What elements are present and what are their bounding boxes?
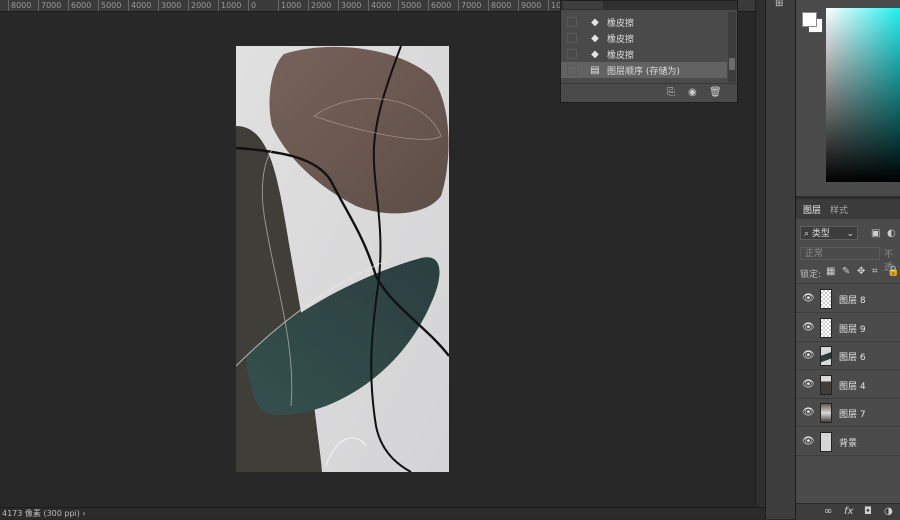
layers-panel-tabs: 图层 样式	[796, 199, 900, 219]
layer-thumbnail[interactable]	[820, 403, 832, 423]
color-picker-field[interactable]	[826, 8, 900, 182]
layer-thumbnail[interactable]	[820, 346, 832, 366]
layer-name[interactable]: 图层 4	[839, 379, 866, 392]
history-state-label: 橡皮擦	[607, 34, 635, 45]
visibility-eye-icon[interactable]: 👁	[802, 379, 815, 390]
ruler-tick: 1000	[278, 0, 301, 11]
history-state-row[interactable]: ◆ 橡皮擦	[561, 46, 727, 62]
lock-artboard-icon[interactable]: ⌗	[872, 266, 878, 277]
history-state-label: 图层顺序 (存储为)	[607, 66, 680, 77]
tab-styles[interactable]: 样式	[830, 203, 848, 216]
layer-name[interactable]: 图层 8	[839, 293, 866, 306]
layer-name[interactable]: 背景	[839, 436, 857, 449]
foreground-background-swatches[interactable]	[802, 12, 823, 33]
blend-mode-select[interactable]: 正常	[800, 247, 880, 260]
ruler-tick: 3000	[158, 0, 181, 11]
ruler-tick: 2000	[308, 0, 331, 11]
ruler-tick: 4000	[368, 0, 391, 11]
layer-row[interactable]: 👁 背景	[796, 428, 900, 456]
chevron-down-icon: ⌄	[846, 229, 854, 239]
ruler-tick: 4000	[128, 0, 151, 11]
ruler-tick: 2000	[188, 0, 211, 11]
adjustment-layer-icon[interactable]: ◑	[884, 506, 893, 517]
history-state-row[interactable]: ◆ 橡皮擦	[561, 14, 727, 30]
visibility-eye-icon[interactable]: 👁	[802, 293, 815, 304]
document-size-text: 4173 像素 (300 ppi)	[2, 509, 80, 518]
panel-icon-strip: ⊞	[765, 0, 796, 519]
search-icon: ⌕	[804, 229, 810, 239]
lock-transparency-icon[interactable]: ▦	[826, 266, 835, 277]
pixel-filter-icon[interactable]: ▣	[871, 228, 880, 239]
ruler-tick: 3000	[338, 0, 361, 11]
layer-thumbnail[interactable]	[820, 374, 832, 395]
history-scrollbar[interactable]	[728, 12, 736, 82]
eraser-icon: ◆	[591, 16, 599, 28]
visibility-eye-icon[interactable]: 👁	[802, 322, 815, 333]
ruler-tick: 6000	[68, 0, 91, 11]
history-snapshot-source-box[interactable]	[567, 17, 577, 27]
snapshot-icon[interactable]: ◉	[688, 87, 697, 98]
panel-toggle-icon[interactable]: ⊞	[775, 0, 783, 9]
layer-kind-filter[interactable]: ⌕ 类型 ⌄	[800, 226, 858, 240]
add-mask-icon[interactable]: ◘	[864, 506, 872, 517]
history-state-label: 橡皮擦	[607, 50, 635, 61]
history-snapshot-source-box[interactable]	[567, 49, 577, 59]
status-bar: 4173 像素 (300 ppi) ›	[0, 507, 765, 519]
layer-row[interactable]: 👁 图层 7	[796, 399, 900, 427]
history-snapshot-source-box[interactable]	[567, 33, 577, 43]
layer-row[interactable]: 👁 图层 4	[796, 371, 900, 399]
history-tab[interactable]	[563, 1, 603, 9]
delete-icon[interactable]: 🗑	[709, 87, 722, 98]
lock-label: 锁定:	[800, 270, 822, 280]
ruler-tick: 8000	[488, 0, 511, 11]
link-layers-icon[interactable]: ∞	[824, 506, 832, 517]
layer-name[interactable]: 图层 6	[839, 350, 866, 363]
history-panel: ◆ 橡皮擦 ◆ 橡皮擦 ◆ 橡皮擦 ▤ 图层顺序 (存储为) ⎘ ◉ 🗑	[560, 0, 738, 103]
ruler-tick: 9000	[518, 0, 541, 11]
visibility-eye-icon[interactable]: 👁	[802, 436, 815, 447]
layers-divider	[796, 283, 900, 284]
history-state-row[interactable]: ▤ 图层顺序 (存储为)	[561, 62, 727, 78]
ruler-tick: 5000	[398, 0, 421, 11]
ruler-tick: 8000	[8, 0, 31, 11]
ruler-tick: 7000	[458, 0, 481, 11]
history-tab-bar	[561, 1, 737, 10]
lock-pixels-icon[interactable]: ✎	[842, 266, 850, 277]
history-footer: ⎘ ◉ 🗑	[561, 83, 737, 102]
tab-layers[interactable]: 图层	[803, 203, 821, 216]
layer-name[interactable]: 图层 7	[839, 407, 866, 420]
new-document-icon[interactable]: ⎘	[667, 87, 675, 98]
history-state-row[interactable]: ◆ 橡皮擦	[561, 30, 727, 46]
history-state-label: 橡皮擦	[607, 18, 635, 29]
ruler-tick: 1000	[218, 0, 241, 11]
history-scroll-thumb[interactable]	[729, 58, 735, 70]
artwork	[235, 45, 450, 473]
kind-filter-label: 类型	[811, 229, 830, 239]
visibility-eye-icon[interactable]: 👁	[802, 407, 815, 418]
ruler-tick: 6000	[428, 0, 451, 11]
fx-icon[interactable]: fx	[844, 506, 853, 517]
document-canvas[interactable]	[235, 45, 450, 473]
adjustment-filter-icon[interactable]: ◐	[887, 228, 896, 239]
document-icon: ▤	[590, 64, 600, 76]
layer-row[interactable]: 👁 图层 8	[796, 285, 900, 313]
eraser-icon: ◆	[591, 48, 599, 60]
history-snapshot-source-box[interactable]	[567, 65, 577, 75]
ruler-tick: 7000	[38, 0, 61, 11]
eraser-icon: ◆	[591, 32, 599, 44]
layers-footer: ∞ fx ◘ ◑	[796, 503, 900, 520]
layer-thumbnail[interactable]	[820, 289, 832, 309]
ruler-tick: 5000	[98, 0, 121, 11]
layer-row[interactable]: 👁 图层 9	[796, 314, 900, 342]
visibility-eye-icon[interactable]: 👁	[802, 350, 815, 361]
lock-position-icon[interactable]: ✥	[857, 266, 865, 277]
lock-all-icon[interactable]: 🔒	[887, 266, 899, 277]
layer-row[interactable]: 👁 图层 6	[796, 342, 900, 370]
status-menu-arrow[interactable]: ›	[82, 509, 85, 518]
ruler-tick: 0	[248, 0, 256, 11]
layer-thumbnail[interactable]	[820, 431, 832, 452]
layer-thumbnail[interactable]	[820, 317, 832, 338]
foreground-color-swatch[interactable]	[802, 12, 817, 27]
layer-name[interactable]: 图层 9	[839, 322, 866, 335]
